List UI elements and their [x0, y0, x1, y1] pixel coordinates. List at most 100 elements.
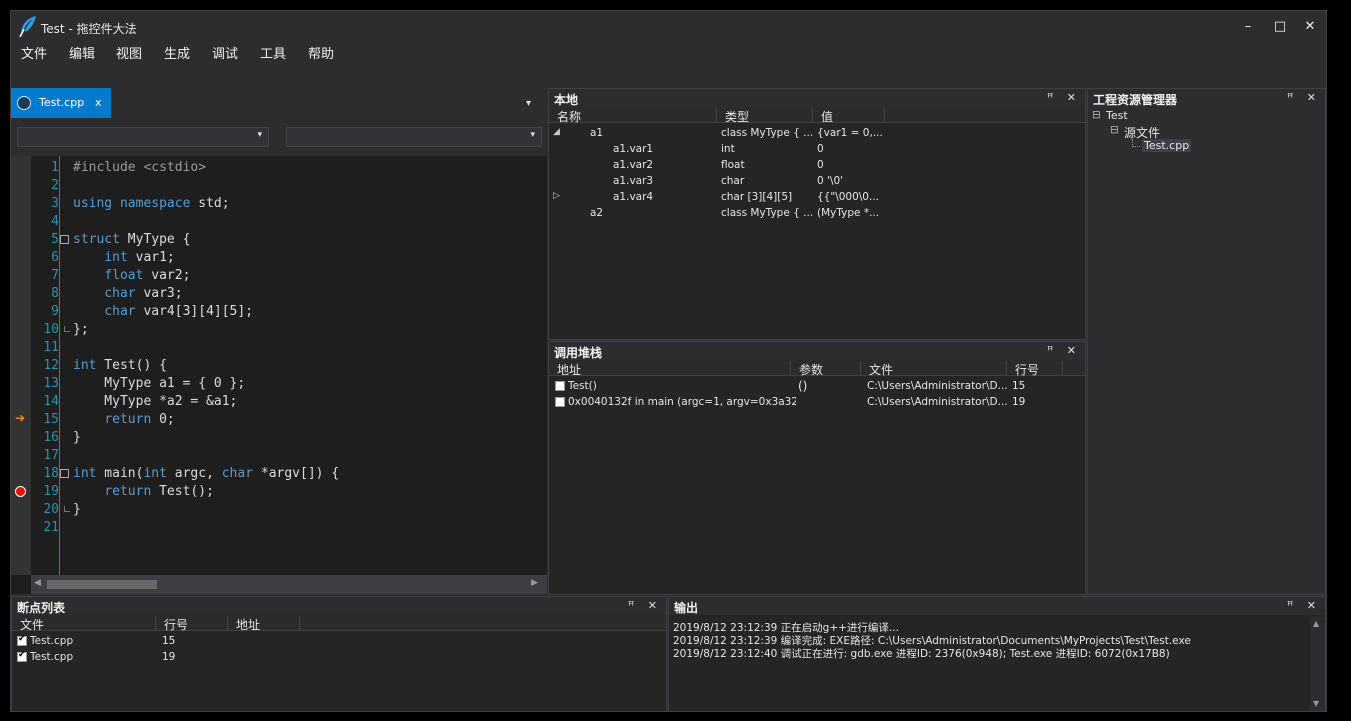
locals-row[interactable]: a1.var1 int 0 — [549, 141, 1085, 157]
column-type[interactable]: 类型 — [721, 108, 813, 124]
fold-collapse-icon[interactable] — [60, 469, 69, 478]
column-value[interactable]: 值 — [817, 108, 885, 124]
column-name[interactable]: 名称 — [553, 108, 717, 124]
vertical-scrollbar[interactable]: ▲ ▼ — [1310, 617, 1325, 711]
breakpoints-column-headers: 文件 行号 地址 — [12, 615, 666, 632]
project-header: 工程资源管理器 ꟸ ✕ — [1088, 89, 1325, 107]
expand-toggle-icon[interactable]: ▷ — [553, 191, 560, 201]
code-token: return — [104, 484, 152, 499]
callstack-row[interactable]: 0x0040132f in main (argc=1, argv=0x3a32c… — [549, 394, 1085, 410]
variable-type: char [3][4][5] — [721, 191, 793, 203]
callstack-row[interactable]: Test() () C:\Users\Administrator\D... 15 — [549, 378, 1085, 394]
expand-toggle-icon[interactable]: ◢ — [553, 127, 560, 137]
code-token: char — [104, 304, 136, 319]
output-window: 输出 ꟸ ✕ 2019/8/12 23:12:39 正在启动g++进行编译...… — [668, 596, 1326, 711]
scroll-left-icon[interactable]: ◀ — [34, 578, 41, 588]
output-log[interactable]: 2019/8/12 23:12:39 正在启动g++进行编译... 2019/8/… — [671, 617, 1308, 711]
scroll-up-icon[interactable]: ▲ — [1313, 619, 1319, 628]
pin-close-buttons[interactable]: ꟸ ✕ — [1287, 91, 1321, 104]
scroll-down-icon[interactable]: ▼ — [1313, 699, 1319, 708]
breakpoints-window: 断点列表 ꟸ ✕ 文件 行号 地址 Test.cpp 15 Test.cpp 19 — [11, 596, 667, 711]
breakpoint-file: Test.cpp — [30, 651, 74, 663]
breakpoint-row[interactable]: Test.cpp 19 — [12, 649, 666, 665]
frame-checkbox[interactable] — [555, 381, 565, 391]
pane-title: 工程资源管理器 — [1093, 93, 1178, 107]
callstack-header: 调用堆栈 ꟸ ✕ — [549, 342, 1085, 360]
menu-help[interactable]: 帮助 — [308, 43, 334, 62]
variable-value: {{"\000\0... — [817, 191, 880, 203]
tab-test-cpp[interactable]: Test.cpp x — [11, 88, 111, 118]
variable-value: 0 '\0' — [817, 175, 844, 187]
minimize-button[interactable]: – — [1237, 17, 1259, 37]
variable-type: int — [721, 143, 735, 155]
locals-row[interactable]: a1.var2 float 0 — [549, 157, 1085, 173]
locals-row[interactable]: ◢ a1 class MyType { ... {var1 = 0,... — [549, 125, 1085, 141]
tree-node[interactable]: Test.cpp — [1088, 139, 1325, 154]
tab-close-button[interactable]: x — [95, 96, 102, 109]
scroll-right-icon[interactable]: ▶ — [531, 578, 538, 588]
locals-row[interactable]: a2 class MyType { ... (MyType *... — [549, 205, 1085, 221]
column-line[interactable]: 行号 — [1011, 361, 1063, 377]
locals-row[interactable]: ▷ a1.var4 char [3][4][5] {{"\000\0... — [549, 189, 1085, 205]
code-token: namespace — [119, 196, 191, 211]
column-line[interactable]: 行号 — [160, 616, 228, 632]
menu-build[interactable]: 生成 — [164, 43, 190, 62]
menu-edit[interactable]: 编辑 — [69, 43, 95, 62]
breakpoint-checkbox[interactable] — [17, 634, 27, 646]
code-token: int — [73, 466, 97, 481]
menu-file[interactable]: 文件 — [21, 43, 47, 62]
fold-markers — [11, 156, 73, 575]
tree-collapse-icon[interactable]: ⊟ — [1092, 109, 1101, 121]
frame-file: C:\Users\Administrator\D... — [867, 380, 1007, 392]
frame-address: 0x0040132f in main (argc=1, argv=0x3a32c… — [568, 396, 796, 408]
column-address[interactable]: 地址 — [553, 361, 791, 377]
column-address[interactable]: 地址 — [232, 616, 300, 632]
scrollbar-thumb[interactable] — [47, 580, 157, 589]
code-token: struct — [73, 232, 120, 247]
frame-checkbox[interactable] — [555, 397, 565, 407]
code-text[interactable]: #include <cstdio> using namespace std; str… — [73, 156, 543, 575]
code-token: 0; — [151, 412, 175, 427]
variable-value: 0 — [817, 159, 824, 171]
breakpoint-checkbox[interactable] — [17, 650, 27, 662]
close-button[interactable]: ✕ — [1299, 17, 1321, 37]
locals-row[interactable]: a1.var3 char 0 '\0' — [549, 173, 1085, 189]
menu-debug[interactable]: 调试 — [212, 43, 238, 62]
code-token: float — [104, 268, 144, 283]
member-select[interactable]: ▾ — [286, 127, 542, 147]
pin-close-buttons[interactable]: ꟸ ✕ — [1047, 344, 1081, 357]
fold-collapse-icon[interactable] — [60, 235, 69, 244]
project-tree: ⊟ Test ⊟ 源文件 Test.cpp — [1088, 109, 1325, 589]
code-line: } — [73, 429, 81, 447]
tree-node[interactable]: ⊟ Test — [1088, 109, 1325, 124]
breakpoint-line: 19 — [162, 651, 176, 663]
column-file[interactable]: 文件 — [16, 616, 156, 632]
tree-collapse-icon[interactable]: ⊟ — [1110, 124, 1119, 136]
tree-node[interactable]: ⊟ 源文件 — [1088, 124, 1325, 140]
menu-view[interactable]: 视图 — [116, 43, 142, 62]
output-line: 2019/8/12 23:12:40 调试正在进行: gdb.exe 进程ID:… — [673, 648, 1170, 660]
scope-select[interactable]: ▾ — [17, 127, 269, 147]
breakpoint-rows: Test.cpp 15 Test.cpp 19 — [12, 633, 666, 711]
code-line: #include <cstdio> — [73, 159, 206, 177]
pin-close-buttons[interactable]: ꟸ ✕ — [1047, 91, 1081, 104]
horizontal-scrollbar[interactable]: ◀ ▶ — [31, 575, 547, 594]
menu-tools[interactable]: 工具 — [260, 43, 286, 62]
column-params[interactable]: 参数 — [795, 361, 861, 377]
breakpoint-row[interactable]: Test.cpp 15 — [12, 633, 666, 649]
locals-header: 本地 ꟸ ✕ — [549, 89, 1085, 107]
code-token: var4[3][4][5]; — [135, 304, 254, 319]
tab-list-dropdown-icon[interactable]: ▾ — [526, 98, 531, 109]
code-line: float var2; — [73, 267, 190, 285]
code-line: int main(int argc, char *argv[]) { — [73, 465, 339, 483]
breakpoint-file: Test.cpp — [30, 635, 74, 647]
pin-close-buttons[interactable]: ꟸ ✕ — [628, 599, 662, 612]
pin-close-buttons[interactable]: ꟸ ✕ — [1287, 599, 1321, 612]
maximize-button[interactable]: □ — [1269, 17, 1291, 37]
frame-file: C:\Users\Administrator\D... — [867, 396, 1007, 408]
chevron-down-icon: ▾ — [257, 130, 262, 140]
column-file[interactable]: 文件 — [865, 361, 1007, 377]
code-token: int — [73, 358, 97, 373]
